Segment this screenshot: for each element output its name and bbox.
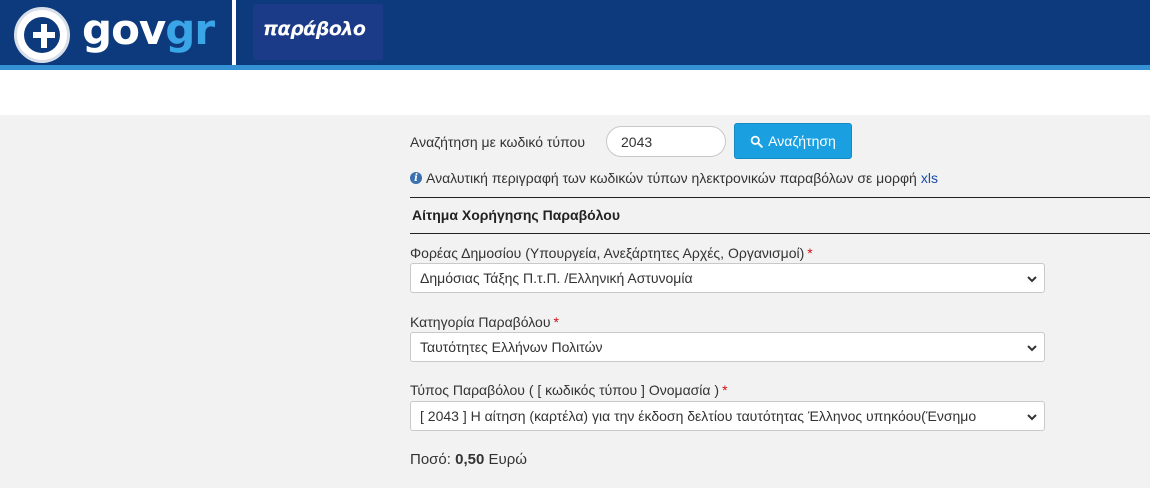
section-rule-top [410, 197, 1150, 198]
chevron-down-icon [1027, 414, 1037, 421]
info-line: i Αναλυτική περιγραφή των κωδικών τύπων … [410, 170, 938, 186]
agency-label-text: Φορέας Δημοσίου (Υπουργεία, Ανεξάρτητες … [410, 245, 805, 261]
govgr-logo[interactable]: govgr [82, 5, 215, 54]
required-mark: * [807, 245, 813, 261]
search-label: Αναζήτηση με κωδικό τύπου [410, 134, 585, 150]
type-select-value: [ 2043 ] Η αίτηση (καρτέλα) για την έκδο… [420, 408, 977, 424]
header-divider [232, 0, 236, 65]
top-header: govgr παράβολο [0, 0, 1150, 65]
parabolo-logo[interactable]: παράβολο [253, 4, 383, 60]
greek-emblem-icon [14, 7, 70, 63]
parabolo-logo-text: παράβολο [263, 18, 366, 40]
category-field-label: Κατηγορία Παραβόλου * [410, 314, 559, 330]
amount-line: Ποσό: 0,50 Ευρώ [410, 451, 527, 468]
xls-link[interactable]: xls [921, 170, 938, 186]
search-button[interactable]: Αναζήτηση [734, 123, 852, 159]
section-rule-bottom [410, 233, 1150, 234]
white-band [0, 70, 1150, 115]
search-row: Αναζήτηση με κωδικό τύπου Αναζήτηση [410, 123, 1110, 160]
type-label-text: Τύπος Παραβόλου ( [ κωδικός τύπου ] Ονομ… [410, 382, 720, 398]
category-select[interactable]: Ταυτότητες Ελλήνων Πολιτών [410, 332, 1045, 362]
gr-text: gr [165, 5, 215, 54]
info-icon: i [410, 172, 422, 184]
agency-select[interactable]: Δημόσιας Τάξης Π.τ.Π. /Ελληνική Αστυνομί… [410, 263, 1045, 293]
agency-select-value: Δημόσιας Τάξης Π.τ.Π. /Ελληνική Αστυνομί… [420, 270, 693, 286]
category-select-value: Ταυτότητες Ελλήνων Πολιτών [420, 339, 603, 355]
search-button-label: Αναζήτηση [768, 133, 836, 149]
category-label-text: Κατηγορία Παραβόλου [410, 314, 551, 330]
required-mark: * [722, 382, 728, 398]
search-icon [750, 135, 763, 148]
type-code-search-input[interactable] [606, 126, 726, 157]
amount-value: 0,50 [455, 451, 485, 468]
required-mark: * [553, 314, 559, 330]
main-content: Αναζήτηση με κωδικό τύπου Αναζήτηση i Αν… [410, 115, 1150, 488]
amount-currency: Ευρώ [488, 451, 527, 468]
type-select[interactable]: [ 2043 ] Η αίτηση (καρτέλα) για την έκδο… [410, 401, 1045, 431]
chevron-down-icon [1027, 345, 1037, 352]
chevron-down-icon [1027, 276, 1037, 283]
info-text: Αναλυτική περιγραφή των κωδικών τύπων ηλ… [426, 170, 917, 186]
amount-label: Ποσό: [410, 451, 451, 468]
gov-text: gov [82, 5, 166, 54]
type-field-label: Τύπος Παραβόλου ( [ κωδικός τύπου ] Ονομ… [410, 382, 728, 398]
agency-field-label: Φορέας Δημοσίου (Υπουργεία, Ανεξάρτητες … [410, 245, 813, 261]
form-title: Αίτημα Χορήγησης Παραβόλου [412, 207, 620, 223]
